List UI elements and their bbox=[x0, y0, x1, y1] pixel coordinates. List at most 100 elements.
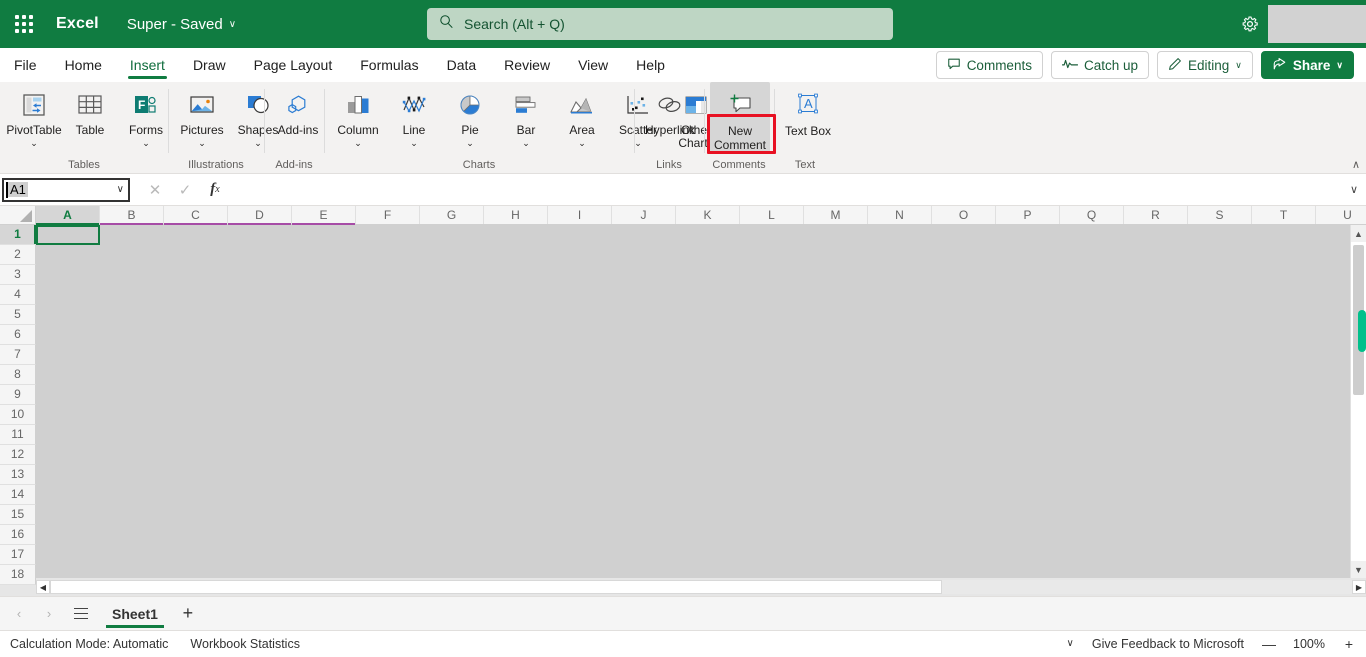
column-header-n[interactable]: N bbox=[868, 206, 932, 224]
column-header-l[interactable]: L bbox=[740, 206, 804, 224]
row-header-8[interactable]: 8 bbox=[0, 365, 36, 385]
row-header-11[interactable]: 11 bbox=[0, 425, 36, 445]
tab-formulas[interactable]: Formulas bbox=[346, 48, 432, 82]
sheet-tab-sheet1[interactable]: Sheet1 bbox=[100, 599, 170, 629]
row-header-16[interactable]: 16 bbox=[0, 525, 36, 545]
catch-up-button[interactable]: Catch up bbox=[1050, 51, 1149, 79]
chevron-down-icon[interactable]: ⌄ bbox=[30, 138, 38, 149]
all-sheets-icon[interactable] bbox=[66, 601, 96, 627]
row-header-18[interactable]: 18 bbox=[0, 565, 36, 585]
column-header-d[interactable]: D bbox=[228, 206, 292, 225]
column-header-e[interactable]: E bbox=[292, 206, 356, 225]
row-header-9[interactable]: 9 bbox=[0, 385, 36, 405]
column-header-o[interactable]: O bbox=[932, 206, 996, 224]
feedback-link[interactable]: Give Feedback to Microsoft bbox=[1092, 637, 1244, 651]
workbook-statistics-status[interactable]: Workbook Statistics bbox=[190, 637, 300, 651]
status-chevron-icon[interactable]: ∨ bbox=[1067, 638, 1074, 649]
column-header-j[interactable]: J bbox=[612, 206, 676, 224]
expand-formula-bar-icon[interactable]: ∨ bbox=[1342, 183, 1366, 196]
chevron-down-icon[interactable]: ∨ bbox=[229, 19, 236, 30]
column-header-t[interactable]: T bbox=[1252, 206, 1316, 224]
chevron-down-icon[interactable]: ⌄ bbox=[522, 138, 530, 149]
scroll-right-button[interactable]: ▶ bbox=[1352, 580, 1366, 594]
horizontal-scroll-track[interactable] bbox=[50, 580, 1352, 594]
column-header-r[interactable]: R bbox=[1124, 206, 1188, 224]
column-header-c[interactable]: C bbox=[164, 206, 228, 225]
previous-sheet-button[interactable]: ‹ bbox=[6, 601, 32, 627]
search-input[interactable]: Search (Alt + Q) bbox=[427, 8, 893, 40]
column-header-a[interactable]: A bbox=[36, 206, 100, 225]
cancel-icon[interactable]: ✕ bbox=[140, 177, 170, 203]
cell-area[interactable] bbox=[36, 225, 1366, 578]
chevron-down-icon[interactable]: ⌄ bbox=[466, 138, 474, 149]
horizontal-scroll-thumb[interactable] bbox=[50, 580, 942, 594]
row-header-2[interactable]: 2 bbox=[0, 245, 36, 265]
chevron-down-icon[interactable]: ⌄ bbox=[254, 138, 262, 149]
row-header-7[interactable]: 7 bbox=[0, 345, 36, 365]
column-header-g[interactable]: G bbox=[420, 206, 484, 224]
row-header-5[interactable]: 5 bbox=[0, 305, 36, 325]
tab-review[interactable]: Review bbox=[490, 48, 564, 82]
horizontal-scrollbar[interactable]: ◀ ▶ bbox=[0, 578, 1366, 596]
column-header-i[interactable]: I bbox=[548, 206, 612, 224]
select-all-corner[interactable] bbox=[0, 206, 36, 224]
tab-data[interactable]: Data bbox=[433, 48, 491, 82]
chevron-down-icon[interactable]: ⌄ bbox=[142, 138, 150, 149]
column-header-p[interactable]: P bbox=[996, 206, 1060, 224]
column-header-h[interactable]: H bbox=[484, 206, 548, 224]
scroll-down-button[interactable]: ▼ bbox=[1351, 561, 1366, 578]
collapse-ribbon-icon[interactable]: ∧ bbox=[1352, 158, 1360, 171]
row-header-10[interactable]: 10 bbox=[0, 405, 36, 425]
account-area[interactable] bbox=[1268, 5, 1366, 43]
chevron-down-icon[interactable]: ⌄ bbox=[410, 138, 418, 149]
next-sheet-button[interactable]: › bbox=[36, 601, 62, 627]
tab-insert[interactable]: Insert bbox=[116, 48, 179, 82]
app-launcher-icon[interactable] bbox=[0, 0, 48, 48]
zoom-in-button[interactable]: + bbox=[1342, 636, 1356, 652]
chevron-down-icon[interactable]: ⌄ bbox=[354, 138, 362, 149]
row-header-15[interactable]: 15 bbox=[0, 505, 36, 525]
row-header-13[interactable]: 13 bbox=[0, 465, 36, 485]
name-box[interactable]: A1 ∨ bbox=[2, 177, 130, 202]
scroll-up-button[interactable]: ▲ bbox=[1351, 225, 1366, 242]
comments-button[interactable]: Comments bbox=[935, 51, 1043, 79]
gear-icon[interactable] bbox=[1234, 8, 1266, 40]
tab-file[interactable]: File bbox=[0, 48, 51, 82]
document-title[interactable]: Super - Saved ∨ bbox=[127, 16, 236, 33]
vertical-scrollbar[interactable]: ▲ ▼ bbox=[1350, 225, 1366, 578]
row-header-12[interactable]: 12 bbox=[0, 445, 36, 465]
add-sheet-button[interactable]: + bbox=[174, 601, 202, 627]
row-header-17[interactable]: 17 bbox=[0, 545, 36, 565]
column-header-q[interactable]: Q bbox=[1060, 206, 1124, 224]
column-header-m[interactable]: M bbox=[804, 206, 868, 224]
chevron-down-icon[interactable]: ⌄ bbox=[198, 138, 206, 149]
row-header-4[interactable]: 4 bbox=[0, 285, 36, 305]
row-header-3[interactable]: 3 bbox=[0, 265, 36, 285]
column-header-u[interactable]: U bbox=[1316, 206, 1366, 224]
row-header-14[interactable]: 14 bbox=[0, 485, 36, 505]
new-comment-button[interactable]: New Comment bbox=[710, 82, 770, 154]
share-button[interactable]: Share ∨ bbox=[1260, 51, 1354, 79]
chevron-down-icon[interactable]: ⌄ bbox=[578, 138, 586, 149]
confirm-icon[interactable]: ✓ bbox=[170, 177, 200, 203]
chevron-down-icon[interactable]: ∨ bbox=[117, 184, 124, 195]
chevron-down-icon[interactable]: ∨ bbox=[1336, 60, 1343, 71]
tab-home[interactable]: Home bbox=[51, 48, 116, 82]
row-header-6[interactable]: 6 bbox=[0, 325, 36, 345]
column-header-k[interactable]: K bbox=[676, 206, 740, 224]
zoom-out-button[interactable]: — bbox=[1262, 636, 1276, 652]
calculation-mode-status[interactable]: Calculation Mode: Automatic bbox=[10, 637, 168, 651]
editing-button[interactable]: Editing ∨ bbox=[1157, 51, 1253, 79]
row-header-1[interactable]: 1 bbox=[0, 225, 36, 245]
app-name[interactable]: Excel bbox=[56, 15, 99, 33]
fx-icon[interactable]: fx bbox=[200, 177, 230, 203]
tab-view[interactable]: View bbox=[564, 48, 622, 82]
active-cell-a1[interactable] bbox=[36, 225, 100, 245]
tab-help[interactable]: Help bbox=[622, 48, 679, 82]
zoom-level-value[interactable]: 100% bbox=[1290, 637, 1328, 651]
formula-input[interactable] bbox=[230, 176, 1342, 203]
chevron-down-icon[interactable]: ∨ bbox=[1235, 60, 1242, 71]
column-header-b[interactable]: B bbox=[100, 206, 164, 225]
tab-page-layout[interactable]: Page Layout bbox=[240, 48, 347, 82]
column-header-f[interactable]: F bbox=[356, 206, 420, 224]
